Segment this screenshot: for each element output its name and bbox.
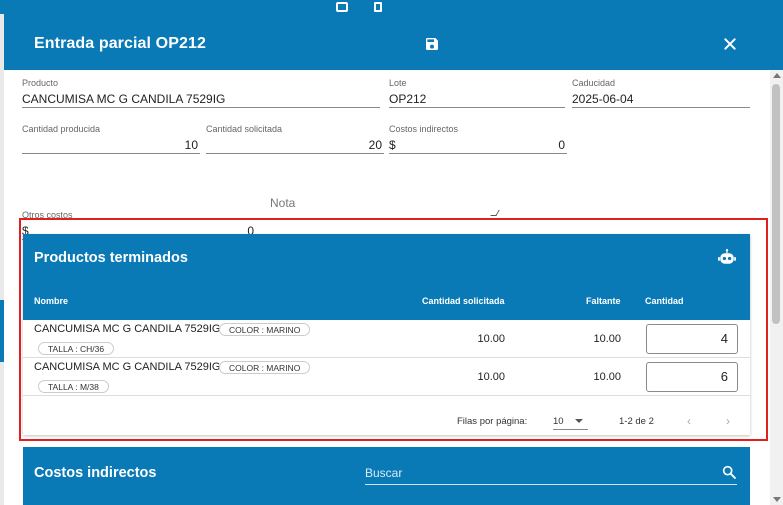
search-placeholder: Buscar (365, 466, 403, 480)
search-icon[interactable] (721, 464, 737, 480)
caducidad-value[interactable]: 2025-06-04 (572, 90, 750, 108)
costos-indirectos-value[interactable]: 0 (389, 136, 567, 154)
costos-indirectos-label: Costos indirectos (389, 124, 459, 134)
dialog-header: Entrada parcial OP212 (4, 14, 783, 70)
producto-value[interactable]: CANCUMISA MC G CANDILA 7529IG (22, 90, 380, 108)
scroll-down-arrow[interactable] (773, 497, 781, 502)
background-file-icon (336, 2, 348, 12)
background-doc-icon (374, 2, 382, 12)
currency-symbol: $ (389, 138, 396, 152)
caducidad-field[interactable]: Caducidad 2025-06-04 (572, 78, 750, 108)
scroll-thumb[interactable] (772, 84, 780, 324)
save-icon[interactable] (424, 36, 440, 52)
lote-value[interactable]: OP212 (389, 90, 565, 108)
background-app-bar (0, 0, 783, 14)
dialog-scrollbar[interactable] (770, 70, 783, 505)
caducidad-label: Caducidad (572, 78, 616, 88)
cantidad-solicitada-label: Cantidad solicitada (206, 124, 283, 134)
dialog-title: Entrada parcial OP212 (34, 35, 206, 52)
nota-textarea[interactable]: Nota (270, 194, 500, 216)
lote-field[interactable]: Lote OP212 (389, 78, 565, 108)
search-input[interactable]: Buscar (365, 461, 737, 485)
costos-indirectos-field[interactable]: Costos indirectos $ 0 (389, 124, 567, 154)
lote-label: Lote (389, 78, 407, 88)
cantidad-solicitada-field[interactable]: Cantidad solicitada 20 (206, 124, 384, 154)
nota-placeholder: Nota (270, 196, 296, 210)
cantidad-producida-label: Cantidad producida (22, 124, 101, 134)
cantidad-producida-value[interactable]: 10 (22, 136, 200, 154)
producto-field[interactable]: Producto CANCUMISA MC G CANDILA 7529IG (22, 78, 380, 108)
costos-indirectos-card: Costos indirectos Buscar (23, 447, 750, 505)
highlight-box (19, 218, 768, 441)
resize-handle[interactable] (490, 210, 500, 216)
cantidad-producida-field[interactable]: Cantidad producida 10 (22, 124, 200, 154)
producto-label: Producto (22, 78, 59, 88)
close-icon[interactable] (722, 36, 738, 52)
cantidad-solicitada-value[interactable]: 20 (206, 136, 384, 154)
scroll-up-arrow[interactable] (773, 73, 781, 78)
costos-indirectos-title: Costos indirectos (34, 465, 157, 481)
entrada-parcial-dialog: Entrada parcial OP212 Producto CANCUMISA… (4, 14, 783, 505)
